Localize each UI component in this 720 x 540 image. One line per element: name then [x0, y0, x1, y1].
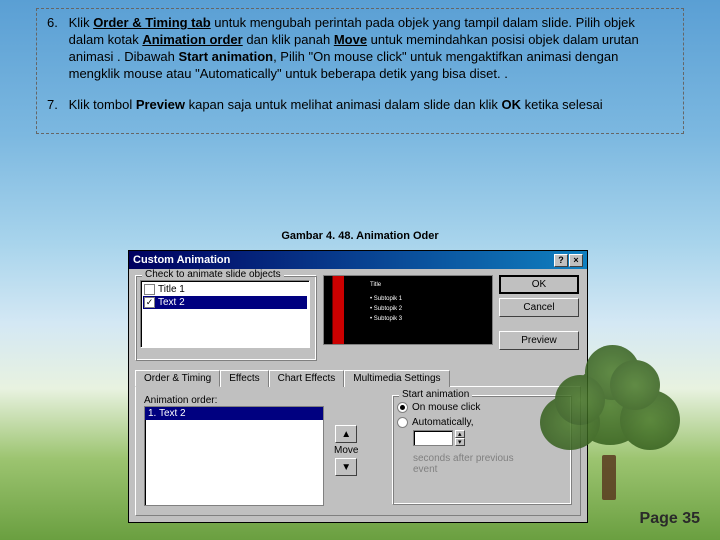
- close-button[interactable]: ×: [569, 254, 583, 267]
- custom-animation-dialog: Custom Animation ? × Check to animate sl…: [128, 250, 588, 523]
- animation-order-list[interactable]: 1. Text 2: [144, 406, 324, 506]
- cancel-button[interactable]: Cancel: [499, 298, 579, 317]
- step-6: 6. Klik Order & Timing tab untuk menguba…: [47, 15, 673, 83]
- step-7: 7. Klik tombol Preview kapan saja untuk …: [47, 97, 673, 114]
- tab-effects[interactable]: Effects: [220, 370, 268, 387]
- tab-strip: Order & Timing Effects Chart Effects Mul…: [135, 369, 581, 386]
- object-label: Title 1: [158, 284, 185, 295]
- preview-text: Title: [370, 282, 381, 288]
- dialog-title: Custom Animation: [133, 254, 230, 266]
- help-button[interactable]: ?: [554, 254, 568, 267]
- radio-icon[interactable]: [397, 402, 408, 413]
- objects-group-label: Check to animate slide objects: [142, 269, 284, 280]
- tab-order-timing[interactable]: Order & Timing: [135, 370, 220, 387]
- slide-objects-list[interactable]: Title 1 ✓ Text 2: [140, 280, 310, 348]
- list-item[interactable]: 1. Text 2: [145, 407, 323, 420]
- preview-text: • Subtopik 1: [370, 296, 402, 302]
- move-label: Move: [334, 445, 358, 456]
- checkbox-icon[interactable]: [144, 284, 155, 295]
- radio-label: On mouse click: [412, 402, 480, 413]
- radio-label: Automatically,: [412, 417, 474, 428]
- preview-text: • Subtopik 2: [370, 306, 402, 312]
- checkbox-icon[interactable]: ✓: [144, 297, 155, 308]
- slide-preview: Title • Subtopik 1 • Subtopik 2 • Subtop…: [323, 275, 493, 345]
- tree-decoration: [540, 340, 680, 500]
- spin-down-button[interactable]: ▾: [455, 438, 465, 446]
- step-6-text: Klik Order & Timing tab untuk mengubah p…: [69, 15, 669, 83]
- chevron-down-icon: ▼: [341, 462, 351, 473]
- objects-group: Check to animate slide objects Title 1 ✓…: [135, 275, 317, 361]
- page-number: Page 35: [640, 510, 700, 528]
- move-up-button[interactable]: ▲: [335, 425, 357, 443]
- step-7-number: 7.: [47, 97, 65, 114]
- seconds-input[interactable]: [413, 430, 453, 446]
- tab-multimedia[interactable]: Multimedia Settings: [344, 370, 449, 387]
- chevron-up-icon: ▲: [341, 429, 351, 440]
- dialog-titlebar[interactable]: Custom Animation ? ×: [129, 251, 587, 269]
- order-timing-panel: Animation order: 1. Text 2 ▲ Move ▼ Star…: [135, 386, 581, 516]
- spin-up-button[interactable]: ▴: [455, 430, 465, 438]
- step-6-number: 6.: [47, 15, 65, 32]
- start-animation-label: Start animation: [399, 389, 472, 400]
- preview-text: • Subtopik 3: [370, 316, 402, 322]
- ok-button[interactable]: OK: [499, 275, 579, 294]
- move-down-button[interactable]: ▼: [335, 458, 357, 476]
- instruction-box: 6. Klik Order & Timing tab untuk menguba…: [36, 8, 684, 134]
- figure-caption: Gambar 4. 48. Animation Oder: [0, 230, 720, 242]
- object-label: Text 2: [158, 297, 185, 308]
- list-item[interactable]: Title 1: [143, 283, 307, 296]
- radio-icon[interactable]: [397, 417, 408, 428]
- step-7-text: Klik tombol Preview kapan saja untuk mel…: [69, 97, 669, 114]
- tab-chart-effects[interactable]: Chart Effects: [269, 370, 345, 387]
- list-item[interactable]: ✓ Text 2: [143, 296, 307, 309]
- animation-order-label: Animation order:: [144, 395, 382, 406]
